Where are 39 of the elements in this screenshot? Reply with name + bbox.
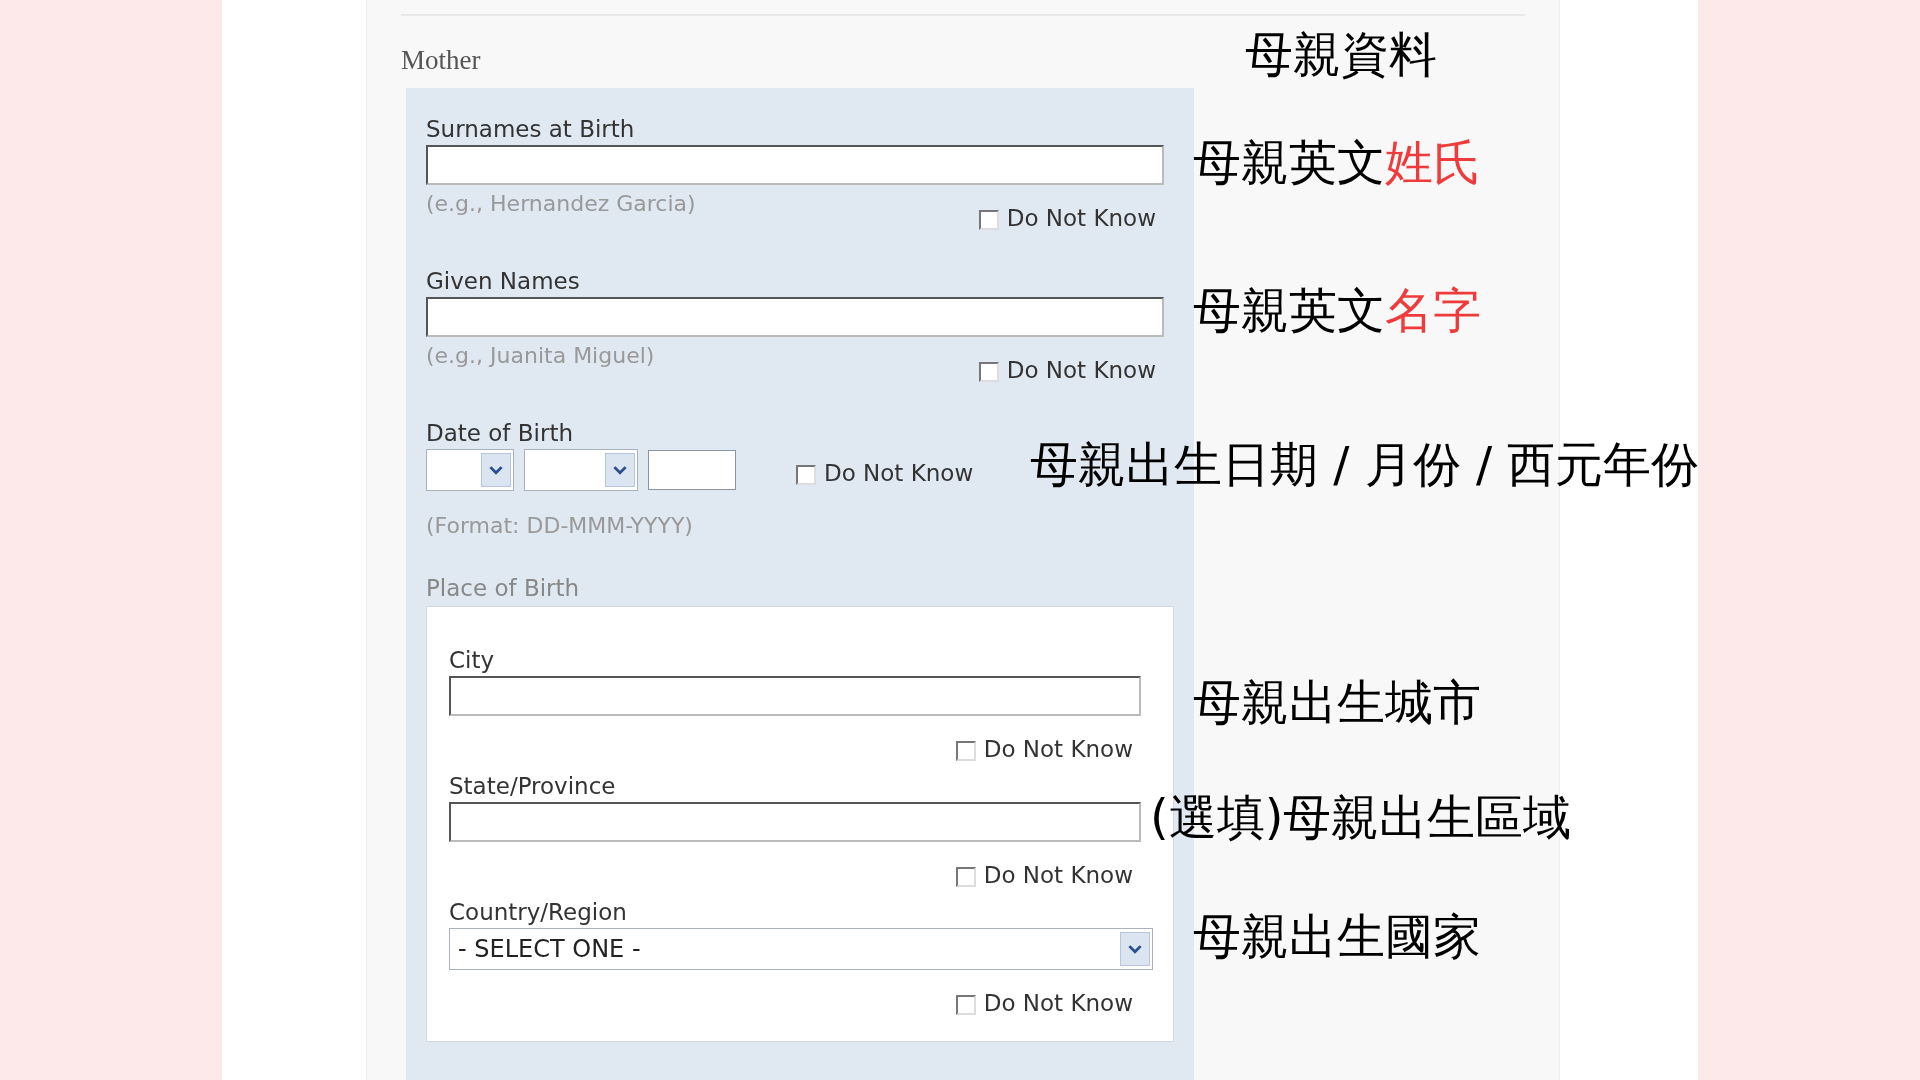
- text-input-field[interactable]: [449, 802, 1141, 842]
- checkbox-label: Do Not Know: [983, 738, 1133, 761]
- field-label: City: [449, 649, 495, 672]
- dropdown-caret-icon[interactable]: [1120, 932, 1150, 966]
- checkbox[interactable]: [955, 741, 976, 761]
- hint-text: (e.g., Juanita Miguel): [426, 345, 655, 367]
- checkbox[interactable]: [955, 867, 976, 887]
- checkbox-label: Do Not Know: [1006, 359, 1156, 382]
- checkbox-label: Do Not Know: [983, 992, 1133, 1015]
- annotation-text: 母親出生國家: [1193, 912, 1481, 960]
- checkbox[interactable]: [796, 464, 816, 485]
- text-input-field[interactable]: [449, 676, 1141, 716]
- checkbox-label: Do Not Know: [1006, 207, 1156, 230]
- checkbox[interactable]: [978, 210, 999, 230]
- group-label: Place of Birth: [426, 577, 580, 600]
- year-input-field[interactable]: [648, 450, 736, 490]
- field-label: Country/Region: [449, 901, 627, 924]
- annotation-text: (選填)母親出生區域: [1150, 793, 1572, 841]
- annotation-text: 母親英文名字: [1193, 286, 1481, 334]
- field-label: Given Names: [426, 270, 580, 293]
- annotation-text: 母親出生城市: [1193, 678, 1481, 726]
- dropdown[interactable]: - SELECT ONE -: [449, 928, 1153, 970]
- text-input-field[interactable]: [426, 145, 1164, 185]
- section-title: Mother: [401, 44, 481, 77]
- hint-text: (e.g., Hernandez Garcia): [426, 193, 696, 215]
- checkbox-label: Do Not Know: [983, 864, 1133, 887]
- text-input-field[interactable]: [426, 297, 1164, 337]
- checkbox-label: Do Not Know: [824, 461, 974, 485]
- field-label: Date of Birth: [426, 422, 573, 445]
- annotation-text: 母親出生日期 / 月份 / 西元年份: [1030, 440, 1700, 488]
- annotation-text: 母親資料: [1245, 30, 1437, 78]
- checkbox[interactable]: [978, 362, 999, 382]
- checkbox[interactable]: [955, 995, 976, 1015]
- field-label: Surnames at Birth: [426, 118, 635, 141]
- hint-text: (Format: DD-MMM-YYYY): [426, 515, 693, 537]
- annotation-text: 母親英文姓氏: [1193, 138, 1481, 186]
- field-label: State/Province: [449, 775, 616, 798]
- dropdown-caret-icon[interactable]: [605, 453, 635, 487]
- dropdown-caret-icon[interactable]: [481, 453, 511, 487]
